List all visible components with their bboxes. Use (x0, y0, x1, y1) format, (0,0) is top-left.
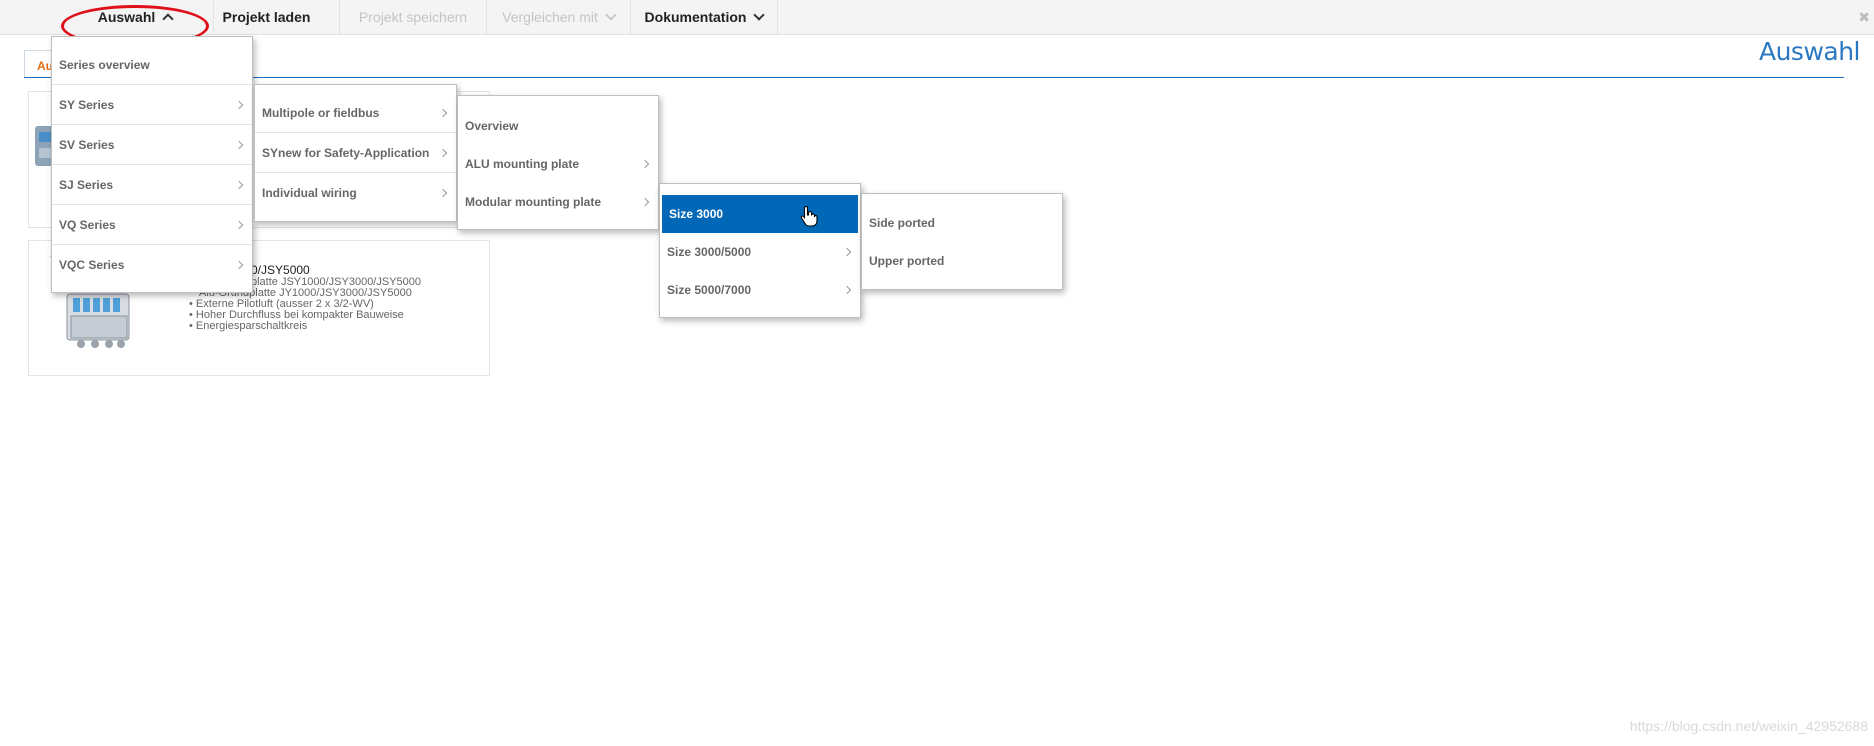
menu-item-vq-series[interactable]: VQ Series (52, 205, 252, 245)
tab-underline (24, 77, 1844, 78)
menu-projekt-laden[interactable]: Projekt laden (214, 0, 319, 34)
menu-item-label: Multipole or fieldbus (262, 105, 380, 120)
card-bullet-text: Energiesparschaltkreis (195, 320, 308, 332)
menu-item-individual-wiring[interactable]: Individual wiring (255, 173, 456, 213)
card-title: 0/JSY5000 (251, 263, 310, 277)
menu-projekt-speichern[interactable]: Projekt speichern (340, 0, 486, 34)
menu-item-size-5000-7000[interactable]: Size 5000/7000 (660, 271, 860, 309)
menu-divider (777, 0, 778, 34)
menu-item-size-3000[interactable]: Size 3000 (662, 195, 858, 233)
menu-item-label: ALU mounting plate (465, 157, 579, 171)
top-menubar: Auswahl Projekt laden Projekt speichern … (0, 0, 1874, 35)
menu-item-label: Size 3000 (669, 207, 724, 221)
chevron-right-icon (234, 180, 244, 189)
menu-item-label: VQ Series (59, 217, 116, 232)
menu-item-label: SY Series (59, 97, 115, 112)
chevron-right-icon (438, 148, 448, 157)
menu-dokumentation[interactable]: Dokumentation (631, 0, 777, 34)
menu-item-label: Size 3000/5000 (667, 245, 752, 259)
menu-item-sv-series[interactable]: SV Series (52, 125, 252, 165)
menu-vergleichen-mit-label: Vergleichen mit (502, 9, 598, 25)
menu-item-label: Individual wiring (262, 186, 357, 200)
menu-item-multipole[interactable]: Multipole or fieldbus (255, 93, 456, 133)
chevron-right-icon (640, 159, 650, 169)
menu-projekt-laden-label: Projekt laden (222, 9, 311, 25)
menu-item-sy-series[interactable]: SY Series (52, 85, 252, 125)
size-3000-submenu: Side ported Upper ported (861, 193, 1063, 290)
card-bullet: • Energiesparschaltkreis (189, 320, 308, 332)
menu-item-upper-ported[interactable]: Upper ported (862, 242, 1062, 280)
hand-cursor-icon (800, 205, 818, 227)
chevron-right-icon (438, 108, 448, 117)
menu-item-label: Upper ported (869, 254, 945, 268)
menu-item-side-ported[interactable]: Side ported (862, 204, 1062, 242)
menu-item-label: SJ Series (59, 177, 114, 192)
chevron-right-icon (234, 100, 244, 109)
chevron-down-icon (753, 8, 766, 21)
multipole-submenu: Overview ALU mounting plate Modular moun… (457, 95, 659, 230)
series-dropdown: Series overview SY Series SV Series SJ S… (51, 36, 253, 293)
watermark-text: https://blog.csdn.net/weixin_42952688 (1629, 718, 1868, 734)
menu-projekt-speichern-label: Projekt speichern (358, 9, 468, 25)
menu-item-label: Modular mounting plate (465, 195, 601, 209)
chevron-right-icon (234, 260, 244, 270)
chevron-right-icon (234, 220, 244, 229)
page-title: Auswahl (1758, 37, 1861, 66)
sy-series-submenu: Multipole or fieldbus SYnew for Safety-A… (254, 84, 457, 222)
menu-auswahl[interactable]: Auswahl (66, 0, 204, 34)
chevron-right-icon (438, 188, 448, 198)
menu-auswahl-label: Auswahl (97, 9, 156, 25)
chevron-up-icon (162, 13, 174, 25)
menu-vergleichen-mit[interactable]: Vergleichen mit (487, 0, 630, 34)
chevron-right-icon (234, 140, 244, 149)
menu-item-modular-mounting-plate[interactable]: Modular mounting plate (458, 183, 658, 221)
menu-item-size-3000-5000[interactable]: Size 3000/5000 (660, 233, 860, 271)
menu-item-series-overview[interactable]: Series overview (52, 45, 252, 85)
menu-item-sj-series[interactable]: SJ Series (52, 165, 252, 205)
chevron-right-icon (842, 285, 852, 295)
chevron-right-icon (640, 197, 650, 207)
menu-item-vqc-series[interactable]: VQC Series (52, 245, 252, 285)
menu-item-label: Size 5000/7000 (667, 283, 752, 297)
menu-item-label: SYnew for Safety-Application (262, 145, 430, 160)
menu-dokumentation-label: Dokumentation (644, 9, 747, 25)
menu-item-synew-safety[interactable]: SYnew for Safety-Application (255, 133, 456, 173)
chevron-right-icon (842, 247, 852, 257)
menu-item-label: Series overview (59, 57, 150, 72)
menu-item-label: Side ported (869, 216, 936, 230)
chevron-down-icon (605, 8, 617, 21)
modular-plate-submenu: Size 3000 Size 3000/5000 Size 5000/7000 (659, 183, 861, 318)
menu-item-label: VQC Series (59, 258, 125, 272)
menu-item-label: Overview (465, 119, 519, 133)
close-icon[interactable]: ✖ (1858, 9, 1870, 26)
menu-item-label: SV Series (59, 137, 115, 152)
menu-item-overview[interactable]: Overview (458, 107, 658, 145)
menu-item-alu-mounting-plate[interactable]: ALU mounting plate (458, 145, 658, 183)
